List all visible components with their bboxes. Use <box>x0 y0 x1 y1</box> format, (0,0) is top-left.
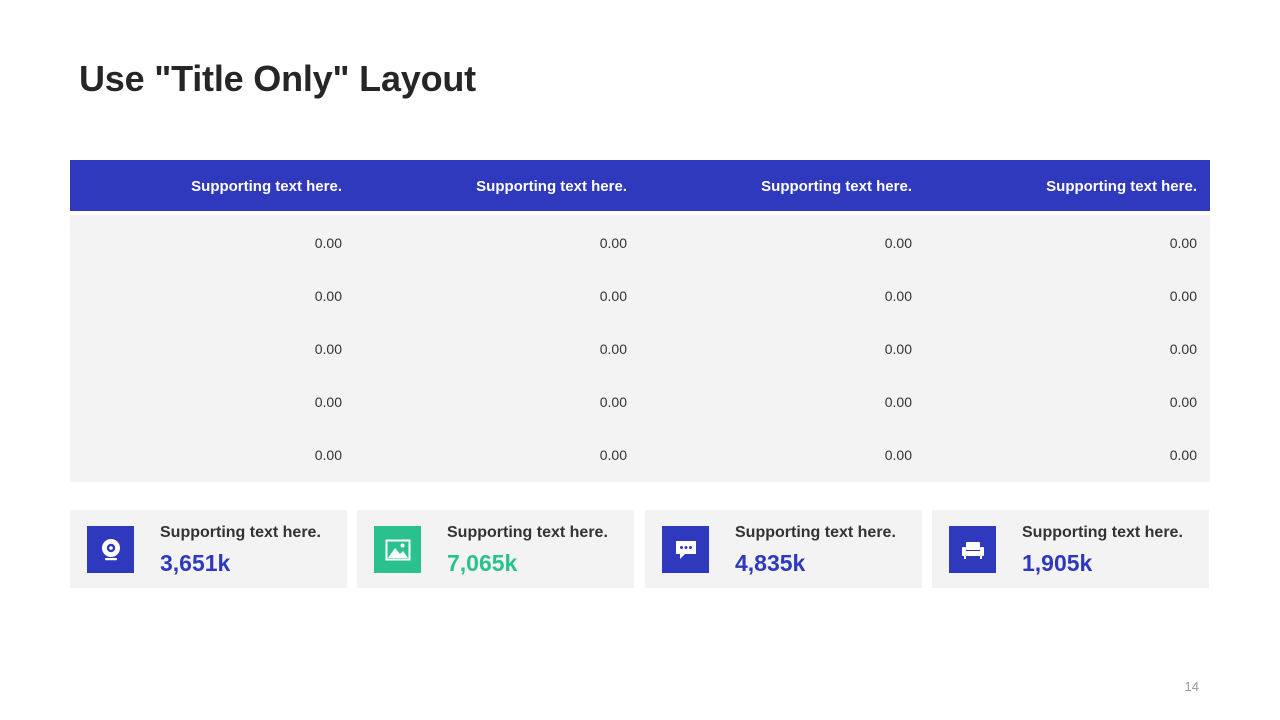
table-body: 0.00 0.00 0.00 0.00 0.00 0.00 0.00 0.00 … <box>70 215 1210 482</box>
stat-card-value: 4,835k <box>735 550 806 576</box>
table-cell: 0.00 <box>314 235 342 251</box>
stat-card-label: Supporting text here. <box>1022 524 1183 541</box>
table-cell: 0.00 <box>1169 394 1197 410</box>
webcam-icon <box>87 526 134 573</box>
stat-cards: Supporting text here. 3,651k Supporting … <box>70 510 1210 588</box>
table-cell: 0.00 <box>884 235 912 251</box>
table-cell: 0.00 <box>1169 235 1197 251</box>
slide-title: Use "Title Only" Layout <box>79 58 476 99</box>
stat-card: Supporting text here. 7,065k <box>357 510 634 588</box>
table-row: 0.00 0.00 0.00 0.00 <box>70 270 1210 323</box>
table-cell: 0.00 <box>884 447 912 463</box>
stat-card-value: 1,905k <box>1022 550 1093 576</box>
table-row: 0.00 0.00 0.00 0.00 <box>70 376 1210 429</box>
table-header: Supporting text here. Supporting text he… <box>70 160 1210 215</box>
data-table: Supporting text here. Supporting text he… <box>70 160 1210 482</box>
page-number: 14 <box>1184 679 1199 694</box>
table-cell: 0.00 <box>599 288 627 304</box>
stat-card: Supporting text here. 4,835k <box>645 510 922 588</box>
table-row: 0.00 0.00 0.00 0.00 <box>70 429 1210 482</box>
table-cell: 0.00 <box>314 394 342 410</box>
stat-card-label: Supporting text here. <box>160 524 321 541</box>
table-row: 0.00 0.00 0.00 0.00 <box>70 323 1210 376</box>
stat-card: Supporting text here. 1,905k <box>932 510 1209 588</box>
image-icon <box>374 526 421 573</box>
stat-card: Supporting text here. 3,651k <box>70 510 347 588</box>
stat-card-value: 3,651k <box>160 550 231 576</box>
table-header-cell: Supporting text here. <box>761 178 912 195</box>
table-cell: 0.00 <box>314 447 342 463</box>
table-cell: 0.00 <box>314 288 342 304</box>
table-header-cell: Supporting text here. <box>191 178 342 195</box>
chat-bubble-icon <box>662 526 709 573</box>
table-cell: 0.00 <box>599 447 627 463</box>
table-cell: 0.00 <box>599 235 627 251</box>
table-row: 0.00 0.00 0.00 0.00 <box>70 217 1210 270</box>
table-cell: 0.00 <box>314 341 342 357</box>
table-cell: 0.00 <box>884 341 912 357</box>
table-cell: 0.00 <box>599 341 627 357</box>
table-cell: 0.00 <box>1169 288 1197 304</box>
table-cell: 0.00 <box>884 288 912 304</box>
table-cell: 0.00 <box>1169 447 1197 463</box>
table-cell: 0.00 <box>599 394 627 410</box>
stat-card-label: Supporting text here. <box>735 524 896 541</box>
stat-card-value: 7,065k <box>447 550 518 576</box>
sofa-icon <box>949 526 996 573</box>
table-cell: 0.00 <box>1169 341 1197 357</box>
stat-card-label: Supporting text here. <box>447 524 608 541</box>
table-cell: 0.00 <box>884 394 912 410</box>
table-header-cell: Supporting text here. <box>1046 178 1197 195</box>
table-header-cell: Supporting text here. <box>476 178 627 195</box>
slide: Use "Title Only" Layout Supporting text … <box>0 0 1280 720</box>
